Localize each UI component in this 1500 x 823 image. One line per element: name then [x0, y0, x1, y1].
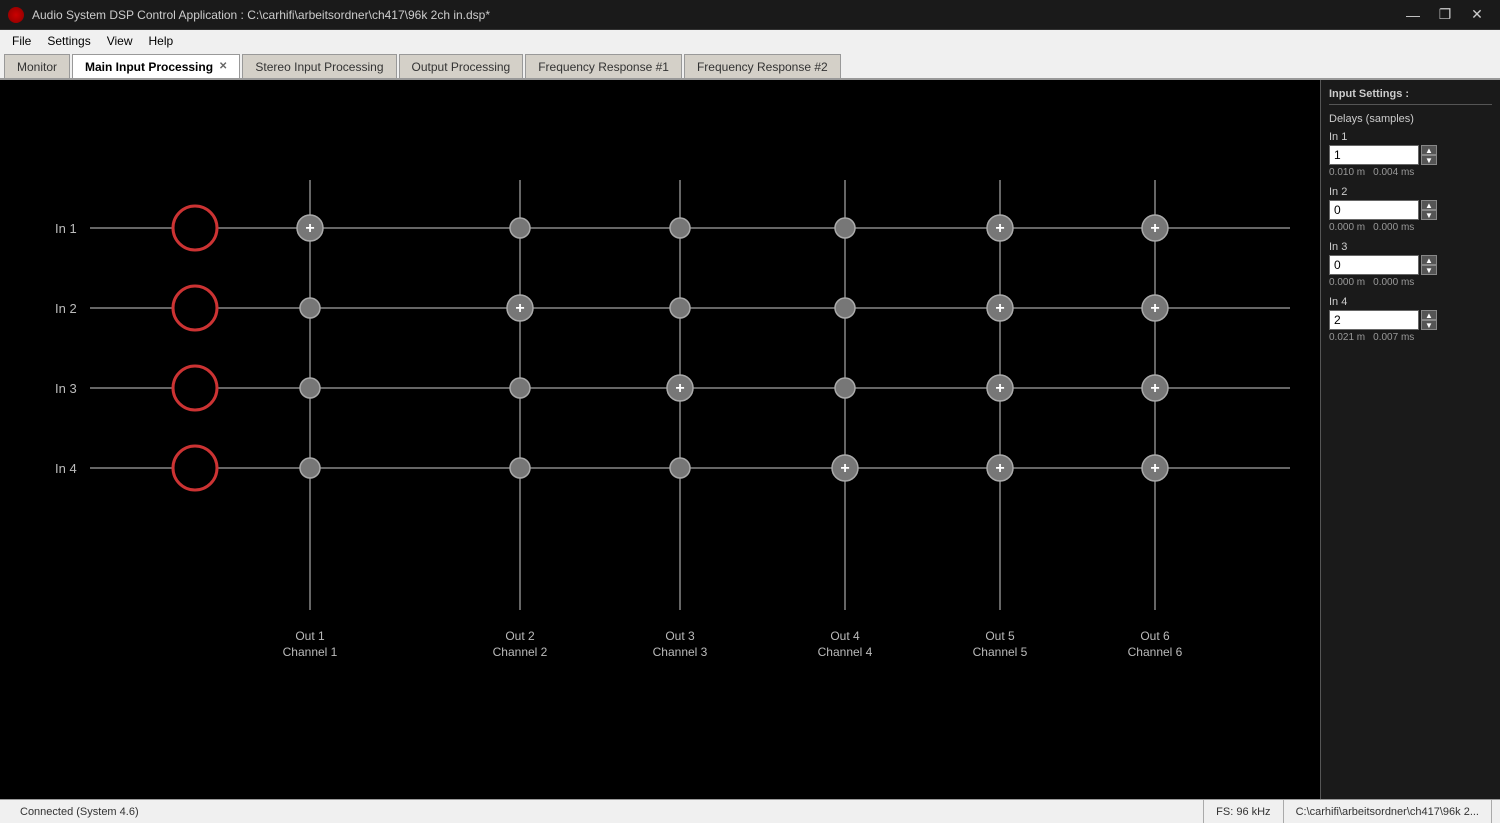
spin-down-in3[interactable]: ▼ — [1421, 265, 1437, 275]
in3-label: In 3 — [55, 381, 77, 396]
spin-up-in3[interactable]: ▲ — [1421, 255, 1437, 265]
spin-buttons-in2: ▲▼ — [1421, 200, 1437, 220]
filepath-status: C:\carhifi\arbeitsordner\ch417\96k 2... — [1284, 800, 1492, 823]
connection-status: Connected (System 4.6) — [8, 800, 1204, 823]
in4-label: In 4 — [55, 461, 77, 476]
svg-text:+: + — [840, 460, 849, 477]
spin-down-in4[interactable]: ▼ — [1421, 320, 1437, 330]
delay-metrics-in3: 0.000 m 0.000 ms — [1329, 277, 1492, 288]
metric-ms-in1: 0.004 ms — [1373, 167, 1414, 178]
spin-down-in1[interactable]: ▼ — [1421, 155, 1437, 165]
out6-label: Out 6 — [1140, 629, 1170, 643]
svg-text:+: + — [675, 380, 684, 397]
spin-buttons-in3: ▲▼ — [1421, 255, 1437, 275]
sample-rate-status: FS: 96 kHz — [1204, 800, 1283, 823]
tab-freq1[interactable]: Frequency Response #1 — [525, 54, 682, 78]
svg-text:+: + — [995, 300, 1004, 317]
delay-input-in1[interactable] — [1329, 145, 1419, 165]
input-settings-panel: Input Settings : Delays (samples) In 1▲▼… — [1320, 80, 1500, 799]
restore-button[interactable]: ❐ — [1430, 5, 1460, 25]
title-bar: Audio System DSP Control Application : C… — [0, 0, 1500, 30]
delay-input-row-in1: ▲▼ — [1329, 145, 1492, 165]
svg-text:+: + — [995, 220, 1004, 237]
in2-label: In 2 — [55, 301, 77, 316]
menu-item-view[interactable]: View — [99, 32, 141, 50]
out3-sublabel: Channel 3 — [653, 645, 708, 659]
svg-text:+: + — [995, 380, 1004, 397]
svg-text:+: + — [995, 460, 1004, 477]
tab-bar: MonitorMain Input Processing✕Stereo Inpu… — [0, 52, 1500, 80]
spin-buttons-in4: ▲▼ — [1421, 310, 1437, 330]
dsp-canvas: + + + + + — [0, 80, 1320, 799]
tab-freq2[interactable]: Frequency Response #2 — [684, 54, 841, 78]
delays-label: Delays (samples) — [1329, 113, 1492, 125]
tab-output[interactable]: Output Processing — [399, 54, 524, 78]
input-settings-title: Input Settings : — [1329, 88, 1492, 105]
delay-input-row-in4: ▲▼ — [1329, 310, 1492, 330]
metric-m-in4: 0.021 m — [1329, 332, 1365, 343]
metric-ms-in2: 0.000 ms — [1373, 222, 1414, 233]
out3-label: Out 3 — [665, 629, 695, 643]
delay-row-in4: In 4 ▲▼ 0.021 m 0.007 ms — [1329, 296, 1492, 343]
tab-close-main-input[interactable]: ✕ — [219, 61, 227, 72]
out1-sublabel: Channel 1 — [283, 645, 338, 659]
delay-metrics-in2: 0.000 m 0.000 ms — [1329, 222, 1492, 233]
main-content: + + + + + — [0, 80, 1500, 799]
svg-text:+: + — [515, 300, 524, 317]
minimize-button[interactable]: — — [1398, 5, 1428, 25]
delay-input-row-in2: ▲▼ — [1329, 200, 1492, 220]
app-icon — [8, 7, 24, 23]
out4-sublabel: Channel 4 — [818, 645, 873, 659]
delay-metrics-in4: 0.021 m 0.007 ms — [1329, 332, 1492, 343]
tab-main-input[interactable]: Main Input Processing✕ — [72, 54, 240, 78]
in1-label: In 1 — [55, 221, 77, 236]
delay-row-in1: In 1 ▲▼ 0.010 m 0.004 ms — [1329, 131, 1492, 178]
svg-text:+: + — [1150, 300, 1159, 317]
svg-text:+: + — [1150, 220, 1159, 237]
metric-ms-in3: 0.000 ms — [1373, 277, 1414, 288]
delay-row-in2: In 2 ▲▼ 0.000 m 0.000 ms — [1329, 186, 1492, 233]
delay-input-in2[interactable] — [1329, 200, 1419, 220]
menu-bar: FileSettingsViewHelp — [0, 30, 1500, 52]
menu-item-settings[interactable]: Settings — [39, 32, 98, 50]
window-controls: — ❐ ✕ — [1398, 5, 1492, 25]
out5-label: Out 5 — [985, 629, 1015, 643]
out1-label: Out 1 — [295, 629, 325, 643]
out6-sublabel: Channel 6 — [1128, 645, 1183, 659]
routing-matrix-svg: + + + + + — [0, 80, 1320, 799]
delay-input-in3[interactable] — [1329, 255, 1419, 275]
menu-item-help[interactable]: Help — [141, 32, 182, 50]
metric-m-in3: 0.000 m — [1329, 277, 1365, 288]
out2-label: Out 2 — [505, 629, 535, 643]
delay-label-in1: In 1 — [1329, 131, 1492, 143]
delay-row-in3: In 3 ▲▼ 0.000 m 0.000 ms — [1329, 241, 1492, 288]
spin-down-in2[interactable]: ▼ — [1421, 210, 1437, 220]
svg-text:+: + — [1150, 460, 1159, 477]
out5-sublabel: Channel 5 — [973, 645, 1028, 659]
status-bar: Connected (System 4.6) FS: 96 kHz C:\car… — [0, 799, 1500, 823]
delay-input-in4[interactable] — [1329, 310, 1419, 330]
tab-monitor[interactable]: Monitor — [4, 54, 70, 78]
delay-label-in4: In 4 — [1329, 296, 1492, 308]
tab-stereo-input[interactable]: Stereo Input Processing — [242, 54, 396, 78]
metric-m-in1: 0.010 m — [1329, 167, 1365, 178]
spin-up-in1[interactable]: ▲ — [1421, 145, 1437, 155]
svg-text:+: + — [1150, 380, 1159, 397]
delay-label-in2: In 2 — [1329, 186, 1492, 198]
delay-metrics-in1: 0.010 m 0.004 ms — [1329, 167, 1492, 178]
svg-text:+: + — [305, 220, 314, 237]
close-button[interactable]: ✕ — [1462, 5, 1492, 25]
delay-input-row-in3: ▲▼ — [1329, 255, 1492, 275]
spin-buttons-in1: ▲▼ — [1421, 145, 1437, 165]
metric-ms-in4: 0.007 ms — [1373, 332, 1414, 343]
out2-sublabel: Channel 2 — [493, 645, 548, 659]
out4-label: Out 4 — [830, 629, 860, 643]
spin-up-in4[interactable]: ▲ — [1421, 310, 1437, 320]
menu-item-file[interactable]: File — [4, 32, 39, 50]
spin-up-in2[interactable]: ▲ — [1421, 200, 1437, 210]
metric-m-in2: 0.000 m — [1329, 222, 1365, 233]
delay-label-in3: In 3 — [1329, 241, 1492, 253]
window-title: Audio System DSP Control Application : C… — [32, 8, 1398, 22]
